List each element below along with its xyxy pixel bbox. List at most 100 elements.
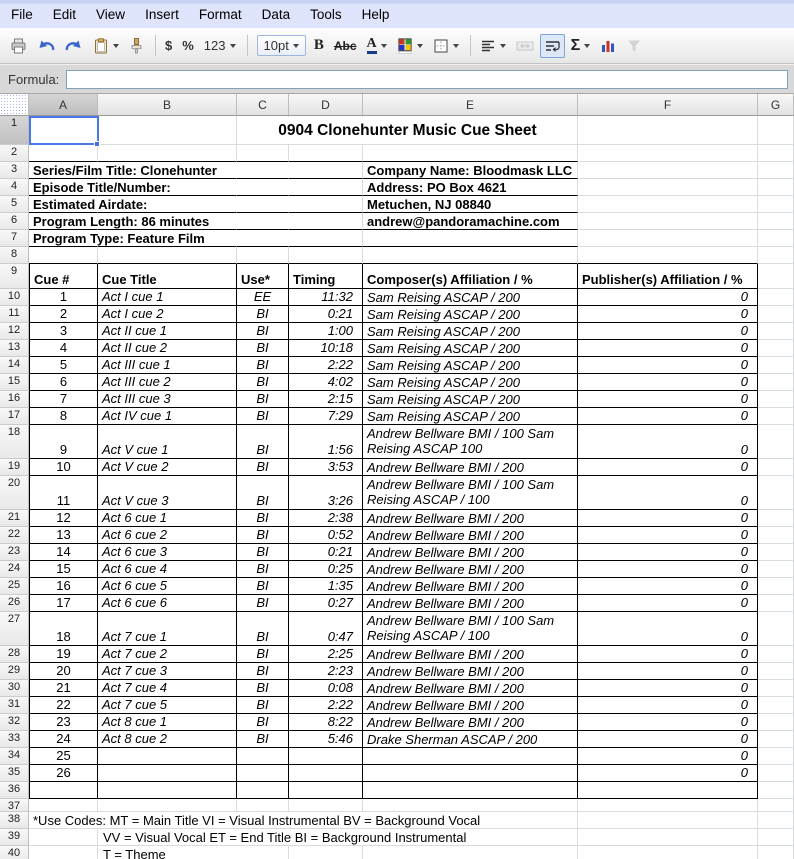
cell-A23[interactable]: 14 [29, 544, 98, 561]
cell-E24[interactable]: Andrew Bellware BMI / 200 [363, 561, 578, 578]
percent-format-button[interactable]: % [178, 34, 198, 58]
cell-A27[interactable]: 18 [29, 612, 98, 646]
cell-B12[interactable]: Act II cue 1 [98, 323, 237, 340]
cell-D34[interactable] [289, 748, 363, 765]
cell-C36[interactable] [237, 782, 289, 799]
cell-G25[interactable] [758, 578, 794, 595]
cell-E7[interactable] [363, 230, 578, 247]
cell-F35[interactable]: 0 [578, 765, 758, 782]
cell-C27[interactable]: BI [237, 612, 289, 646]
cell-A2[interactable] [29, 145, 98, 162]
cell-E13[interactable]: Sam Reising ASCAP / 200 [363, 340, 578, 357]
fill-color-button[interactable] [393, 34, 427, 58]
cell-C9[interactable]: Use* [237, 264, 289, 289]
row-header-11[interactable]: 11 [0, 306, 29, 323]
cell-F18[interactable]: 0 [578, 425, 758, 459]
cell-G28[interactable] [758, 646, 794, 663]
cell-G18[interactable] [758, 425, 794, 459]
cell-D17[interactable]: 7:29 [289, 408, 363, 425]
print-button[interactable] [6, 34, 31, 58]
cell-F33[interactable]: 0 [578, 731, 758, 748]
paste-button[interactable] [89, 34, 123, 58]
cell-B17[interactable]: Act IV cue 1 [98, 408, 237, 425]
cell-C26[interactable]: BI [237, 595, 289, 612]
borders-button[interactable] [429, 34, 463, 58]
cell-A25[interactable]: 16 [29, 578, 98, 595]
cell-A9[interactable]: Cue # [29, 264, 98, 289]
cell-G1[interactable] [758, 116, 794, 145]
cell-B2[interactable] [98, 145, 237, 162]
cell-F31[interactable]: 0 [578, 697, 758, 714]
row-header-27[interactable]: 27 [0, 612, 29, 646]
cell-C19[interactable]: BI [237, 459, 289, 476]
cell-G5[interactable] [758, 196, 794, 213]
cell-G34[interactable] [758, 748, 794, 765]
cell-D22[interactable]: 0:52 [289, 527, 363, 544]
cell-E25[interactable]: Andrew Bellware BMI / 200 [363, 578, 578, 595]
row-header-10[interactable]: 10 [0, 289, 29, 306]
cell-F17[interactable]: 0 [578, 408, 758, 425]
cell-B32[interactable]: Act 8 cue 1 [98, 714, 237, 731]
cell-C2[interactable] [237, 145, 289, 162]
cell-G20[interactable] [758, 476, 794, 510]
cell-E30[interactable]: Andrew Bellware BMI / 200 [363, 680, 578, 697]
cell-C15[interactable]: BI [237, 374, 289, 391]
cell-E20[interactable]: Andrew Bellware BMI / 100 Sam Reising AS… [363, 476, 578, 510]
row-header-6[interactable]: 6 [0, 213, 29, 230]
cell-F13[interactable]: 0 [578, 340, 758, 357]
cell-D9[interactable]: Timing [289, 264, 363, 289]
row-header-24[interactable]: 24 [0, 561, 29, 578]
cell-C14[interactable]: BI [237, 357, 289, 374]
cell-D37[interactable] [289, 799, 363, 812]
column-header-D[interactable]: D [289, 94, 363, 116]
cell-B27[interactable]: Act 7 cue 1 [98, 612, 237, 646]
cell-B35[interactable] [98, 765, 237, 782]
cell-B30[interactable]: Act 7 cue 4 [98, 680, 237, 697]
cell-B29[interactable]: Act 7 cue 3 [98, 663, 237, 680]
cell-E9[interactable]: Composer(s) Affiliation / % [363, 264, 578, 289]
cell-D33[interactable]: 5:46 [289, 731, 363, 748]
cell-B10[interactable]: Act I cue 1 [98, 289, 237, 306]
cell-G26[interactable] [758, 595, 794, 612]
cell-F7[interactable] [578, 230, 758, 247]
column-header-F[interactable]: F [578, 94, 758, 116]
cell-C30[interactable]: BI [237, 680, 289, 697]
cell-G39[interactable] [758, 829, 794, 846]
cell-A18[interactable]: 9 [29, 425, 98, 459]
cell-F39[interactable] [578, 829, 758, 846]
cell-A35[interactable]: 26 [29, 765, 98, 782]
cell-F21[interactable]: 0 [578, 510, 758, 527]
cell-E21[interactable]: Andrew Bellware BMI / 200 [363, 510, 578, 527]
cell-C11[interactable]: BI [237, 306, 289, 323]
number-format-button[interactable]: 123 [200, 34, 240, 58]
cell-D26[interactable]: 0:27 [289, 595, 363, 612]
cell-B8[interactable] [98, 247, 237, 264]
cell-F40[interactable] [578, 846, 758, 859]
cell-F29[interactable]: 0 [578, 663, 758, 680]
cell-E14[interactable]: Sam Reising ASCAP / 200 [363, 357, 578, 374]
row-header-36[interactable]: 36 [0, 782, 29, 799]
row-header-23[interactable]: 23 [0, 544, 29, 561]
cell-D27[interactable]: 0:47 [289, 612, 363, 646]
row-header-7[interactable]: 7 [0, 230, 29, 247]
cell-F14[interactable]: 0 [578, 357, 758, 374]
text-color-button[interactable]: A [363, 34, 391, 58]
cell-B31[interactable]: Act 7 cue 5 [98, 697, 237, 714]
cell-C12[interactable]: BI [237, 323, 289, 340]
cell-G4[interactable] [758, 179, 794, 196]
cell-G12[interactable] [758, 323, 794, 340]
menu-item-edit[interactable]: Edit [50, 5, 79, 24]
row-header-9[interactable]: 9 [0, 264, 29, 289]
cell-C20[interactable]: BI [237, 476, 289, 510]
cell-A12[interactable]: 3 [29, 323, 98, 340]
cell-F22[interactable]: 0 [578, 527, 758, 544]
cell-E15[interactable]: Sam Reising ASCAP / 200 [363, 374, 578, 391]
cell-B16[interactable]: Act III cue 3 [98, 391, 237, 408]
cell-E12[interactable]: Sam Reising ASCAP / 200 [363, 323, 578, 340]
cell-D12[interactable]: 1:00 [289, 323, 363, 340]
menu-item-data[interactable]: Data [259, 5, 294, 24]
cell-G32[interactable] [758, 714, 794, 731]
cell-F24[interactable]: 0 [578, 561, 758, 578]
cell-B20[interactable]: Act V cue 3 [98, 476, 237, 510]
row-header-16[interactable]: 16 [0, 391, 29, 408]
